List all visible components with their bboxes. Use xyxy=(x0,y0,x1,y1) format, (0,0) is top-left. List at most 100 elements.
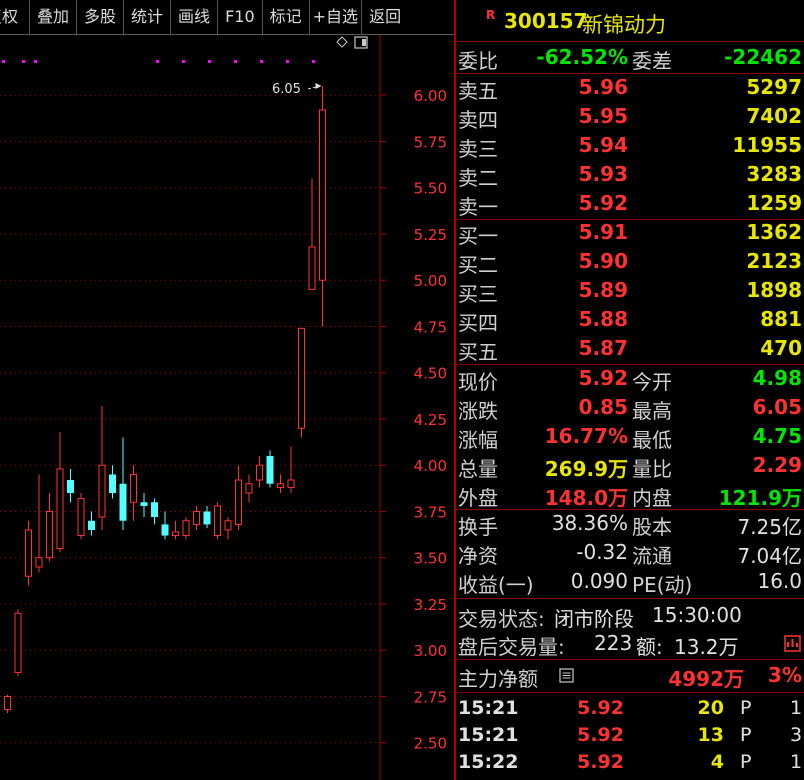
candle-body[interactable] xyxy=(46,510,53,559)
tick-flag: P xyxy=(740,724,752,746)
event-marker[interactable] xyxy=(2,60,5,63)
asks-level-volume: 5297 xyxy=(746,75,802,99)
stat-label: 最高 xyxy=(632,399,672,423)
event-marker[interactable] xyxy=(286,60,289,63)
toolbar-add-watchlist-button[interactable]: +自选 xyxy=(310,0,363,34)
event-marker[interactable] xyxy=(234,60,237,63)
fundamental-label: 股本 xyxy=(632,515,672,539)
after-hours-row: 盘后交易量: 223 额: 13.2万 xyxy=(456,631,804,659)
bids-level-row[interactable]: 买三 5.89 1898 xyxy=(456,278,804,307)
candle-body[interactable] xyxy=(67,480,74,493)
fundamental-label: PE(动) xyxy=(632,573,693,597)
candle-body[interactable] xyxy=(287,479,295,488)
list-icon[interactable] xyxy=(559,668,574,683)
asks-level-row[interactable]: 卖三 5.94 11955 xyxy=(456,133,804,162)
event-marker[interactable] xyxy=(182,60,185,63)
asks-level-row[interactable]: 卖五 5.96 5297 xyxy=(456,75,804,104)
bids-level-volume: 1898 xyxy=(746,278,802,302)
stock-title: R 300157 新锦动力 xyxy=(456,0,804,40)
toolbar-back-button[interactable]: 返回 xyxy=(362,0,408,34)
candle-body[interactable] xyxy=(266,455,274,484)
bids-level-row[interactable]: 买五 5.87 470 xyxy=(456,336,804,365)
asks-level-price: 5.93 xyxy=(578,162,628,186)
candle-body[interactable] xyxy=(224,520,232,531)
toolbar-f10-button[interactable]: F10 xyxy=(218,0,263,34)
candle-body[interactable] xyxy=(308,246,316,290)
stat-value: 2.29 xyxy=(752,453,802,477)
separator xyxy=(456,509,804,510)
trade-status-row: 交易状态: 闭市阶段 15:30:00 xyxy=(456,603,804,631)
y-tick-label: 4.00 xyxy=(414,457,447,475)
candle-body[interactable] xyxy=(140,502,148,506)
toolbar-mark-button[interactable]: 标记 xyxy=(263,0,310,34)
fundamental-label: 净资 xyxy=(458,544,498,568)
candle-body[interactable] xyxy=(4,695,11,710)
event-marker[interactable] xyxy=(260,60,263,63)
event-marker[interactable] xyxy=(22,60,25,63)
candle-body[interactable] xyxy=(151,502,158,518)
bids-level-label: 买一 xyxy=(458,224,498,248)
tick-time: 15:21 xyxy=(458,697,519,719)
bids-level-row[interactable]: 买一 5.91 1362 xyxy=(456,220,804,249)
candle-body[interactable] xyxy=(119,483,127,521)
candle-body[interactable] xyxy=(14,612,22,673)
candle-body[interactable] xyxy=(98,464,106,518)
toolbar-overlay-button[interactable]: 叠加 xyxy=(30,0,78,34)
toolbar-draw-button[interactable]: 画线 xyxy=(171,0,219,34)
stat-label: 内盘 xyxy=(632,486,672,510)
event-marker[interactable] xyxy=(208,60,211,63)
candlestick-chart[interactable]: 6.00 5.75 5.50 5.25 5.00 4.75 4.50 4.25 4.00 3.75… xyxy=(0,35,455,780)
candle-body[interactable] xyxy=(277,483,284,488)
candle-body[interactable] xyxy=(319,109,326,281)
asks-level-row[interactable]: 卖一 5.92 1259 xyxy=(456,191,804,220)
candle-body[interactable] xyxy=(203,511,211,525)
tick-row[interactable]: 15:21 5.92 20 P 1 xyxy=(456,697,804,724)
candle-body[interactable] xyxy=(256,464,263,481)
asks-level-row[interactable]: 卖四 5.95 7402 xyxy=(456,104,804,133)
candle-body[interactable] xyxy=(161,524,169,536)
calendar-icon[interactable] xyxy=(784,635,801,652)
toolbar-fuquan-button[interactable]: 复权 xyxy=(0,0,30,34)
candle-body[interactable] xyxy=(245,483,253,494)
bids-level-row[interactable]: 买四 5.88 881 xyxy=(456,307,804,336)
tick-volume: 20 xyxy=(697,697,724,719)
trade-status-value: 闭市阶段 xyxy=(554,607,634,631)
separator xyxy=(456,41,804,42)
candle-body[interactable] xyxy=(214,505,221,537)
bids-level-volume: 1362 xyxy=(746,220,802,244)
tick-price: 5.92 xyxy=(577,751,624,773)
y-tick-label: 3.50 xyxy=(414,550,447,568)
candle-body[interactable] xyxy=(130,473,137,503)
asks-level-row[interactable]: 卖二 5.93 3283 xyxy=(456,162,804,191)
toolbar-multi-stock-button[interactable]: 多股 xyxy=(77,0,125,34)
candle-body[interactable] xyxy=(25,529,32,577)
stat-row: 涨跌 0.85 最高 6.05 xyxy=(456,395,804,424)
candle-body[interactable] xyxy=(56,468,64,549)
event-marker[interactable] xyxy=(156,60,159,63)
diamond-icon[interactable] xyxy=(336,36,348,48)
tick-flag: P xyxy=(740,751,752,773)
bids-level-price: 5.91 xyxy=(578,220,628,244)
tick-row[interactable]: 15:21 5.92 13 P 3 xyxy=(456,724,804,751)
fundamental-label: 收益(一) xyxy=(458,573,534,597)
candle-body[interactable] xyxy=(35,557,43,568)
candle-body[interactable] xyxy=(235,479,242,525)
y-tick-label: 5.50 xyxy=(414,180,447,198)
tick-count: 1 xyxy=(790,751,803,773)
candle-body[interactable] xyxy=(109,474,116,493)
asks-level-price: 5.96 xyxy=(578,75,628,99)
event-marker[interactable] xyxy=(34,60,37,63)
toolbar-stats-button[interactable]: 统计 xyxy=(124,0,172,34)
candle-body[interactable] xyxy=(182,520,190,537)
main-force-value: 4992万 xyxy=(668,667,744,691)
candle-body[interactable] xyxy=(193,510,200,525)
candle-body[interactable] xyxy=(298,327,305,429)
candle-body[interactable] xyxy=(172,531,179,537)
after-hours-amount-label: 额: xyxy=(636,635,663,659)
event-marker[interactable] xyxy=(312,60,315,63)
tick-row[interactable]: 15:22 5.92 4 P 1 xyxy=(456,751,804,778)
candle-body[interactable] xyxy=(77,498,85,537)
bids-level-row[interactable]: 买二 5.90 2123 xyxy=(456,249,804,278)
candle-body[interactable] xyxy=(88,520,95,530)
fundamental-value: 7.04亿 xyxy=(737,544,802,568)
